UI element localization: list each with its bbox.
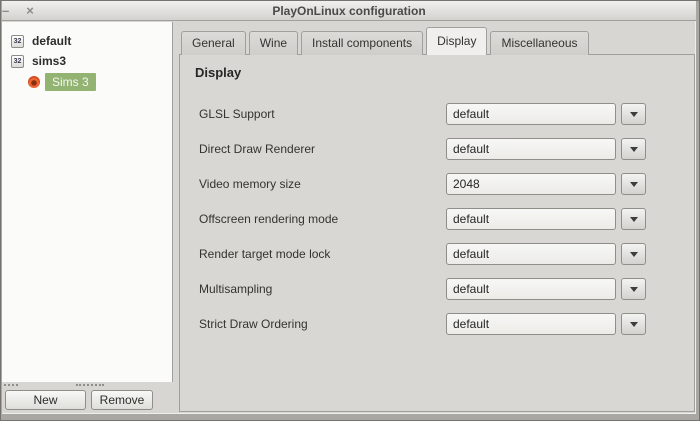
combo-arrow-button[interactable] — [621, 278, 646, 300]
tab-display[interactable]: Display — [426, 27, 487, 55]
tab-bar: General Wine Install components Display … — [181, 27, 589, 55]
combo-arrow-button[interactable] — [621, 173, 646, 195]
field-label: Strict Draw Ordering — [199, 317, 308, 331]
multisampling-combobox — [446, 278, 646, 300]
remove-button[interactable]: Remove — [91, 390, 153, 410]
combo-arrow-button[interactable] — [621, 138, 646, 160]
window-title: PlayOnLinux configuration — [272, 4, 425, 18]
chevron-down-icon — [630, 217, 638, 222]
tab-wine[interactable]: Wine — [249, 31, 298, 55]
render-target-mode-lock-combobox — [446, 243, 646, 265]
combo-arrow-button[interactable] — [621, 243, 646, 265]
form-row-direct-draw-renderer: Direct Draw Renderer — [199, 138, 646, 160]
field-label: Direct Draw Renderer — [199, 142, 315, 156]
close-icon[interactable]: × — [26, 1, 34, 21]
combo-entry[interactable] — [446, 173, 616, 195]
chevron-down-icon — [630, 322, 638, 327]
combo-arrow-button[interactable] — [621, 103, 646, 125]
combo-entry[interactable] — [446, 313, 616, 335]
window-controls: – × — [2, 1, 34, 21]
chevron-down-icon — [630, 287, 638, 292]
prefix-list: 32 default 32 sims3 Sims 3 — [2, 22, 173, 382]
form-row-render-target-mode-lock: Render target mode lock — [199, 243, 646, 265]
shortcut-bullet-icon — [28, 76, 40, 88]
combo-arrow-button[interactable] — [621, 208, 646, 230]
chevron-down-icon — [630, 147, 638, 152]
strict-draw-ordering-combobox — [446, 313, 646, 335]
combo-entry[interactable] — [446, 138, 616, 160]
arch-32-badge-icon: 32 — [11, 35, 24, 48]
tab-install-components[interactable]: Install components — [301, 31, 423, 55]
window-inner: PlayOnLinux configuration – × 32 default… — [2, 1, 696, 414]
field-label: Multisampling — [199, 282, 272, 296]
selected-item-label: Sims 3 — [45, 73, 96, 91]
panel-heading: Display — [195, 65, 241, 80]
video-memory-size-combobox — [446, 173, 646, 195]
chevron-down-icon — [630, 182, 638, 187]
window: PlayOnLinux configuration – × 32 default… — [0, 0, 700, 421]
combo-entry[interactable] — [446, 243, 616, 265]
list-item-label: default — [32, 34, 71, 48]
field-label: GLSL Support — [199, 107, 275, 121]
combo-entry[interactable] — [446, 278, 616, 300]
offscreen-rendering-mode-combobox — [446, 208, 646, 230]
tab-general[interactable]: General — [181, 31, 246, 55]
new-button[interactable]: New — [5, 390, 86, 410]
field-label: Video memory size — [199, 177, 301, 191]
direct-draw-renderer-combobox — [446, 138, 646, 160]
tab-miscellaneous[interactable]: Miscellaneous — [490, 31, 588, 55]
list-item-sims3[interactable]: 32 sims3 — [2, 51, 172, 71]
list-item-default[interactable]: 32 default — [2, 31, 172, 51]
form-row-multisampling: Multisampling — [199, 278, 646, 300]
chevron-down-icon — [630, 252, 638, 257]
form-row-offscreen-rendering-mode: Offscreen rendering mode — [199, 208, 646, 230]
resize-grip[interactable] — [4, 384, 18, 386]
minimize-icon[interactable]: – — [2, 1, 9, 21]
form-row-strict-draw-ordering: Strict Draw Ordering — [199, 313, 646, 335]
form-row-video-memory-size: Video memory size — [199, 173, 646, 195]
list-item-sims3-shortcut[interactable]: Sims 3 — [2, 72, 172, 92]
combo-entry[interactable] — [446, 103, 616, 125]
list-item-label: sims3 — [32, 54, 66, 68]
chevron-down-icon — [630, 112, 638, 117]
arch-32-badge-icon: 32 — [11, 55, 24, 68]
glsl-support-combobox — [446, 103, 646, 125]
sidebar-button-bar: New Remove — [2, 390, 173, 410]
combo-arrow-button[interactable] — [621, 313, 646, 335]
resize-grip[interactable] — [76, 384, 104, 386]
combo-entry[interactable] — [446, 208, 616, 230]
titlebar[interactable]: PlayOnLinux configuration – × — [2, 1, 696, 21]
display-settings-panel: Display GLSL Support Direct Draw Rendere… — [179, 54, 695, 412]
field-label: Render target mode lock — [199, 247, 330, 261]
settings-form: GLSL Support Direct Draw Renderer Video … — [199, 103, 646, 348]
form-row-glsl-support: GLSL Support — [199, 103, 646, 125]
field-label: Offscreen rendering mode — [199, 212, 338, 226]
